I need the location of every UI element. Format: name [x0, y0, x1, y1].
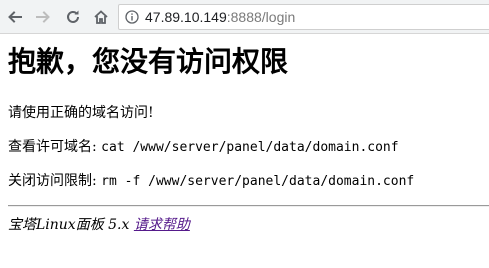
- divider: [8, 205, 489, 207]
- domain-hint: 请使用正确的域名访问!: [8, 105, 154, 121]
- info-icon[interactable]: [125, 10, 139, 24]
- browser-toolbar: 47.89.10.149:8888/login: [0, 0, 489, 34]
- view-domain-line: 查看许可域名: cat /www/server/panel/data/domai…: [8, 138, 399, 157]
- footer: 宝塔Linux面板 5.x 请求帮助: [8, 216, 190, 234]
- footer-product: 宝塔Linux面板 5.x: [8, 217, 134, 233]
- disable-restriction-command: rm -f /www/server/panel/data/domain.conf: [101, 174, 415, 189]
- home-icon: [94, 10, 108, 24]
- reload-icon: [67, 10, 79, 23]
- home-button[interactable]: [90, 6, 112, 28]
- url-path: :8888/login: [226, 9, 296, 25]
- url-text[interactable]: 47.89.10.149:8888/login: [145, 9, 295, 25]
- arrow-left-icon: [8, 11, 22, 23]
- page-title: 抱歉，您没有访问权限: [8, 45, 289, 78]
- disable-restriction-label: 关闭访问限制:: [8, 173, 102, 189]
- view-domain-label: 查看许可域名:: [8, 139, 102, 155]
- address-bar[interactable]: 47.89.10.149:8888/login: [118, 4, 489, 30]
- forward-button[interactable]: [32, 6, 54, 28]
- disable-restriction-line: 关闭访问限制: rm -f /www/server/panel/data/dom…: [8, 172, 414, 191]
- url-host: 47.89.10.149: [145, 9, 227, 25]
- arrow-right-icon: [36, 11, 50, 23]
- help-link[interactable]: 请求帮助: [134, 217, 190, 233]
- reload-button[interactable]: [62, 6, 84, 28]
- back-button[interactable]: [4, 6, 26, 28]
- view-domain-command: cat /www/server/panel/data/domain.conf: [101, 140, 399, 155]
